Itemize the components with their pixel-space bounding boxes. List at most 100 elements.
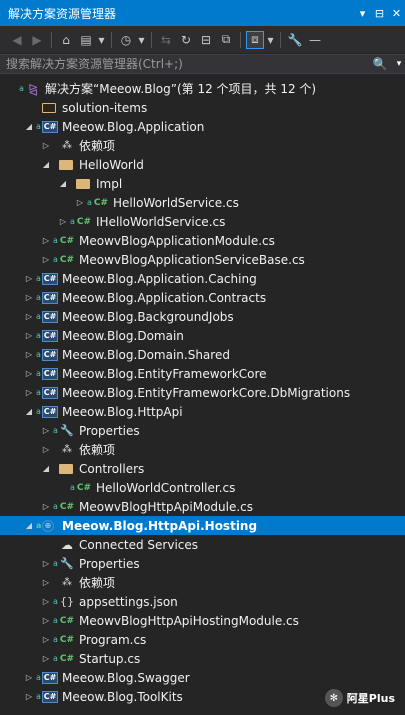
expand-arrow-icon[interactable]: ▷ xyxy=(24,292,34,304)
expand-arrow-icon[interactable]: ▷ xyxy=(41,501,51,513)
tree-item[interactable]: ▷ a C# IHelloWorldService.cs xyxy=(0,212,405,231)
properties-icon[interactable]: 🔧 xyxy=(286,31,304,49)
dropdown-icon[interactable]: ▾ xyxy=(137,31,146,49)
expand-arrow-icon[interactable]: ▷ xyxy=(41,615,51,627)
search-options-dropdown-icon[interactable]: ▾ xyxy=(393,59,405,69)
search-input[interactable] xyxy=(0,56,367,72)
forward-icon[interactable]: ▶ xyxy=(28,31,46,49)
expand-arrow-icon[interactable]: ▷ xyxy=(24,330,34,342)
expand-arrow-icon[interactable]: ▷ xyxy=(75,197,85,209)
collapse-arrow-icon[interactable]: ◢ xyxy=(58,178,68,190)
folder-open-icon xyxy=(59,463,73,474)
web-project-icon: ⊕ xyxy=(42,519,54,532)
tree-item[interactable]: ▷ a C# Meeow.Blog.Application.Caching xyxy=(0,269,405,288)
tree-item[interactable]: solution-items xyxy=(0,98,405,117)
expand-arrow-icon[interactable]: ▷ xyxy=(41,235,51,247)
tree-item[interactable]: ◢ Impl xyxy=(0,174,405,193)
tree-item[interactable]: ◢ Controllers xyxy=(0,459,405,478)
csharp-project-icon: C# xyxy=(42,367,58,380)
auto-hide-pin-icon[interactable]: ⊟ xyxy=(371,7,388,20)
expand-arrow-icon[interactable]: ▷ xyxy=(24,311,34,323)
tree-item-label: Meeow.Blog.ToolKits xyxy=(62,689,183,704)
expand-arrow-icon[interactable]: ▷ xyxy=(41,254,51,266)
tree-item[interactable]: ▷ ⁂ 依赖项 xyxy=(0,440,405,459)
tree-item[interactable]: ▷ a C# Meeow.Blog.Application.Contracts xyxy=(0,288,405,307)
switch-views-icon[interactable]: ▤ xyxy=(77,31,95,49)
tree-item-label: Meeow.Blog.Application.Caching xyxy=(62,271,257,286)
expand-arrow-icon[interactable]: ▷ xyxy=(41,140,51,152)
refresh-icon[interactable]: ↻ xyxy=(177,31,195,49)
expand-arrow-icon[interactable]: ▷ xyxy=(24,349,34,361)
tree-item[interactable]: ▷ a C# MeowvBlogApplicationModule.cs xyxy=(0,231,405,250)
csharp-file-icon: C# xyxy=(59,615,75,626)
collapse-arrow-icon[interactable]: ◢ xyxy=(24,520,34,532)
expand-arrow-icon[interactable]: ▷ xyxy=(41,425,51,437)
tree-item[interactable]: ☁ Connected Services xyxy=(0,535,405,554)
expand-arrow-icon[interactable]: ▷ xyxy=(24,672,34,684)
tree-item[interactable]: ▷ a{} appsettings.json xyxy=(0,592,405,611)
tree-item-label: Meeow.Blog.Swagger xyxy=(62,670,190,685)
collapse-arrow-icon[interactable]: ◢ xyxy=(41,159,51,171)
tree-item[interactable]: ▷ a C# Meeow.Blog.Domain xyxy=(0,326,405,345)
minus-icon[interactable]: — xyxy=(306,31,324,49)
tree-item[interactable]: ◢ a C# Meeow.Blog.HttpApi xyxy=(0,402,405,421)
collapse-arrow-icon[interactable]: ◢ xyxy=(41,463,51,475)
csharp-project-icon: C# xyxy=(42,386,58,399)
preview-icon[interactable]: ⧈ xyxy=(246,30,264,49)
expand-arrow-icon[interactable]: ▷ xyxy=(41,577,51,589)
expand-arrow-icon[interactable]: ▷ xyxy=(41,444,51,456)
tree-item[interactable]: ▷ a C# Meeow.Blog.EntityFrameworkCore xyxy=(0,364,405,383)
tree-item[interactable]: ◢ a ⊕ Meeow.Blog.HttpApi.Hosting xyxy=(0,516,405,535)
expand-arrow-icon[interactable]: ▷ xyxy=(41,596,51,608)
tree-item[interactable]: ▷ a 🔧 Properties xyxy=(0,421,405,440)
watermark-text: 阿星Plus xyxy=(346,692,395,705)
tree-item[interactable]: ▷ a C# Meeow.Blog.Swagger xyxy=(0,668,405,687)
window-position-dropdown-icon[interactable]: ▾ xyxy=(354,7,371,20)
toolbar-separator xyxy=(111,31,112,48)
tree-item-label: Meeow.Blog.Application.Contracts xyxy=(62,290,267,305)
close-icon[interactable]: ✕ xyxy=(388,7,405,20)
tree-item[interactable]: ▷ a C# Meeow.Blog.EntityFrameworkCore.DbMig… xyxy=(0,383,405,402)
collapse-all-icon[interactable]: ⊟ xyxy=(197,31,215,49)
expand-arrow-icon[interactable]: ▷ xyxy=(24,387,34,399)
expand-arrow-icon[interactable]: ▷ xyxy=(41,558,51,570)
tree-item-label: Meeow.Blog.Application xyxy=(62,119,205,134)
show-all-files-icon[interactable]: ⧉ xyxy=(217,31,235,49)
pending-changes-icon[interactable]: ◷ xyxy=(117,31,135,49)
expand-arrow-icon[interactable]: ▷ xyxy=(41,653,51,665)
tree-item[interactable]: ▷ a C# Startup.cs xyxy=(0,649,405,668)
collapse-arrow-icon[interactable]: ◢ xyxy=(24,121,34,133)
tree-item[interactable]: ◢ a C# Meeow.Blog.Application xyxy=(0,117,405,136)
expand-arrow-icon[interactable]: ▷ xyxy=(24,691,34,703)
collapse-arrow-icon[interactable]: ◢ xyxy=(24,406,34,418)
tree-item-label: MeowvBlogHttpApiModule.cs xyxy=(79,499,254,514)
tree-item[interactable]: ▷ ⁂ 依赖项 xyxy=(0,136,405,155)
tree-item[interactable]: ▷ a C# Meeow.Blog.Domain.Shared xyxy=(0,345,405,364)
tree-item[interactable]: ▷ a C# Program.cs xyxy=(0,630,405,649)
tree-item[interactable]: ▷ a C# HelloWorldService.cs xyxy=(0,193,405,212)
tree-item[interactable]: a ⧎ 解决方案“Meeow.Blog”(第 12 个项目，共 12 个) xyxy=(0,79,405,98)
dropdown-icon[interactable]: ▾ xyxy=(266,31,275,49)
expand-arrow-icon[interactable]: ▷ xyxy=(24,273,34,285)
tree-item[interactable]: ▷ a 🔧 Properties xyxy=(0,554,405,573)
tree-item[interactable]: ▷ a C# Meeow.Blog.BackgroundJobs xyxy=(0,307,405,326)
sync-icon[interactable]: ⇆ xyxy=(157,31,175,49)
solution-tree: a ⧎ 解决方案“Meeow.Blog”(第 12 个项目，共 12 个) solut… xyxy=(0,79,405,706)
back-icon[interactable]: ◀ xyxy=(8,31,26,49)
search-icon[interactable]: 🔍 xyxy=(367,57,393,71)
toolbar-separator xyxy=(280,31,281,48)
expand-arrow-icon[interactable]: ▷ xyxy=(58,216,68,228)
tree-item[interactable]: ▷ ⁂ 依赖项 xyxy=(0,573,405,592)
expand-arrow-icon[interactable]: ▷ xyxy=(41,634,51,646)
tree-item[interactable]: ◢ HelloWorld xyxy=(0,155,405,174)
tree-item[interactable]: ▷ a C# MeowvBlogHttpApiHostingModule.cs xyxy=(0,611,405,630)
expand-arrow-icon[interactable]: ▷ xyxy=(24,368,34,380)
csharp-file-icon: C# xyxy=(59,634,75,645)
tree-item-label: MeowvBlogHttpApiHostingModule.cs xyxy=(79,613,299,628)
dropdown-icon[interactable]: ▾ xyxy=(97,31,106,49)
tree-item[interactable]: ▷ a C# MeowvBlogHttpApiModule.cs xyxy=(0,497,405,516)
tree-item[interactable]: ▷ a C# MeowvBlogApplicationServiceBase.cs xyxy=(0,250,405,269)
dependencies-icon: ⁂ xyxy=(62,444,72,455)
home-icon[interactable]: ⌂ xyxy=(57,31,75,49)
tree-item[interactable]: a C# HelloWorldController.cs xyxy=(0,478,405,497)
